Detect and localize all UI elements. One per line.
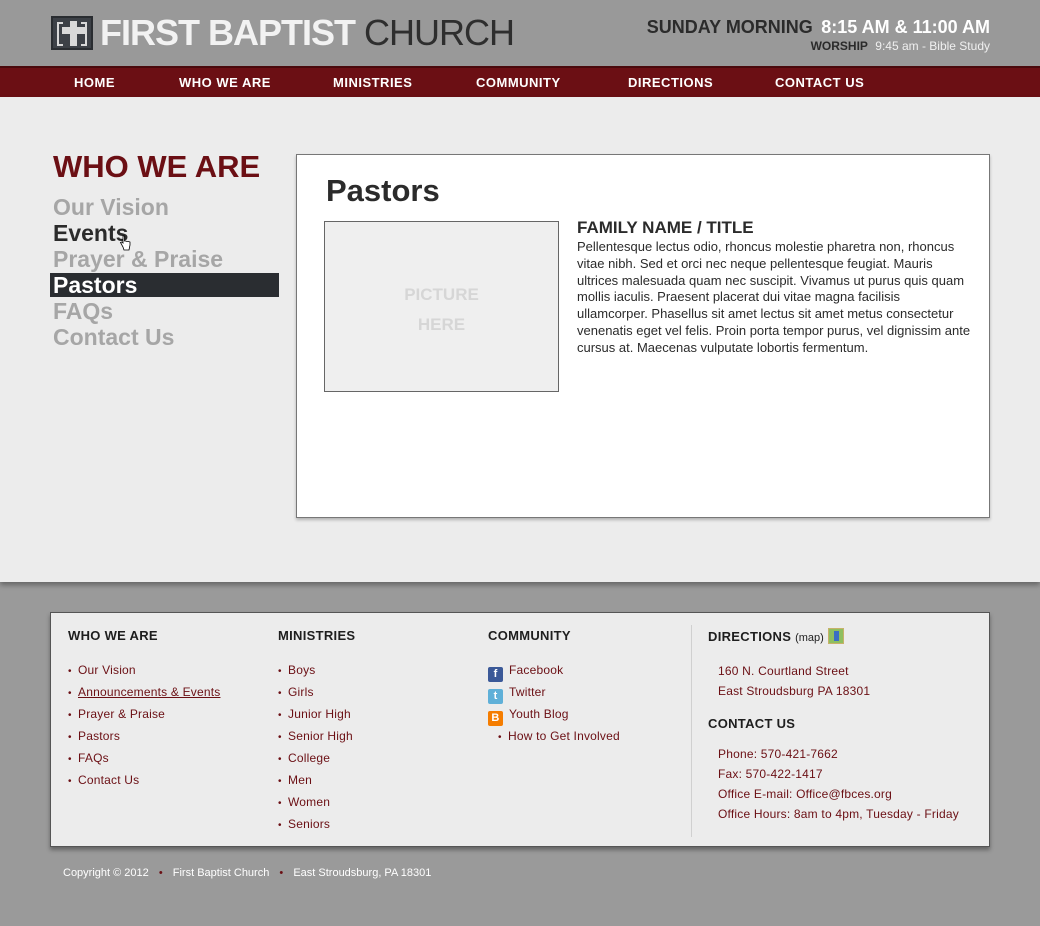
service-times: SUNDAY MORNING 8:15 AM & 11:00 AM WORSHI… (647, 16, 990, 53)
logo-light-text: CHURCH (364, 12, 515, 53)
facebook-icon: f (488, 667, 503, 682)
footer-link-girls[interactable]: • Girls (278, 682, 355, 704)
bullet-icon: • (68, 732, 72, 743)
nav-community[interactable]: COMMUNITY (476, 75, 561, 90)
footer-link-college[interactable]: • College (278, 748, 355, 770)
footer-community-title: COMMUNITY (488, 628, 571, 643)
site-logo[interactable]: FIRST BAPTIST CHURCH (51, 12, 515, 53)
footer-link-twitter[interactable]: t Twitter (488, 682, 620, 704)
service-label: SUNDAY MORNING (646, 17, 813, 37)
footer-contact-title: CONTACT US (708, 716, 796, 731)
main-area: WHO WE ARE Our Vision Events Prayer & Pr… (0, 97, 1040, 582)
nav-home[interactable]: HOME (74, 75, 115, 90)
picture-line-2: HERE (417, 315, 466, 334)
footer-link-get-involved[interactable]: • How to Get Involved (488, 726, 620, 748)
footer-link-seniors[interactable]: • Seniors (278, 814, 355, 836)
nav-directions[interactable]: DIRECTIONS (628, 75, 713, 90)
cross-logo-icon (51, 16, 93, 50)
bullet-icon: • (498, 732, 502, 743)
bullet-icon: • (278, 710, 282, 721)
footer-ministries: MINISTRIES • Boys • Girls • Junior High • Se… (278, 628, 355, 836)
footer-link-youth-blog[interactable]: B Youth Blog (488, 704, 620, 726)
bullet-icon: • (68, 688, 72, 699)
bullet-icon: • (278, 798, 282, 809)
contact-phone: Phone: 570-421-7662 (718, 747, 838, 761)
footer-directions: DIRECTIONS (map) 160 N. Courtland Street… (708, 628, 959, 824)
bullet-icon: • (68, 710, 72, 721)
nav-ministries[interactable]: MINISTRIES (333, 75, 412, 90)
footer-community: COMMUNITY f Facebook t Twitter B Youth Blog… (488, 628, 620, 748)
footer-link-men[interactable]: • Men (278, 770, 355, 792)
footer-who-we-are: WHO WE ARE • Our Vision • Announcements & … (68, 628, 220, 792)
bible-study-time: 9:45 am - Bible Study (875, 39, 990, 53)
logo-bold-text: FIRST BAPTIST (100, 12, 356, 53)
contact-hours: Office Hours: 8am to 4pm, Tuesday - Frid… (718, 807, 959, 821)
contact-email[interactable]: Office E-mail: Office@fbces.org (708, 784, 959, 804)
bullet-icon: • (278, 688, 282, 699)
nav-who-we-are[interactable]: WHO WE ARE (179, 75, 271, 90)
twitter-icon: t (488, 689, 503, 704)
footer-link-prayer-praise[interactable]: • Prayer & Praise (68, 704, 220, 726)
separator-dot-icon: • (279, 867, 284, 879)
bullet-icon: • (278, 754, 282, 765)
footer-link-pastors[interactable]: • Pastors (68, 726, 220, 748)
bullet-icon: • (68, 754, 72, 765)
map-link[interactable]: (map) (795, 632, 824, 644)
contact-fax: Fax: 570-422-1417 (718, 767, 823, 781)
copyright-church-name: First Baptist Church (172, 867, 270, 879)
sidebar-item-our-vision[interactable]: Our Vision (50, 195, 279, 219)
footer-link-senior-high[interactable]: • Senior High (278, 726, 355, 748)
service-time: 8:15 AM & 11:00 AM (821, 17, 990, 37)
blogger-icon: B (488, 711, 503, 726)
logo-text: FIRST BAPTIST CHURCH (100, 12, 515, 53)
site-header: FIRST BAPTIST CHURCH SUNDAY MORNING 8:15… (0, 0, 1040, 66)
footer-link-facebook[interactable]: f Facebook (488, 660, 620, 682)
picture-placeholder: PICTURE HERE (324, 221, 559, 392)
copyright-bar: Copyright © 2012 • First Baptist Church … (63, 867, 431, 879)
sidebar-title: WHO WE ARE (53, 149, 261, 184)
bullet-icon: • (278, 776, 282, 787)
footer-divider (691, 625, 692, 837)
separator-dot-icon: • (158, 867, 163, 879)
page-title: Pastors (326, 173, 440, 208)
worship-label: WORSHIP (810, 39, 868, 53)
bullet-icon: • (278, 666, 282, 677)
sidebar-item-faqs[interactable]: FAQs (50, 299, 279, 323)
copyright-location: East Stroudsburg, PA 18301 (293, 867, 432, 879)
sidebar-item-events[interactable]: Events (50, 221, 279, 245)
address-street: 160 N. Courtland Street (718, 664, 849, 678)
footer-ministries-title: MINISTRIES (278, 628, 356, 643)
bullet-icon: • (68, 666, 72, 677)
footer-link-contact-us[interactable]: • Contact Us (68, 770, 220, 792)
bullet-icon: • (278, 820, 282, 831)
footer-link-junior-high[interactable]: • Junior High (278, 704, 355, 726)
footer-link-faqs[interactable]: • FAQs (68, 748, 220, 770)
address-city: East Stroudsburg PA 18301 (718, 684, 871, 698)
sidebar-item-contact-us[interactable]: Contact Us (50, 325, 279, 349)
footer-link-announcements[interactable]: • Announcements & Events (68, 682, 220, 704)
footer-who-we-are-title: WHO WE ARE (68, 628, 158, 643)
content-panel: Pastors PICTURE HERE FAMILY NAME / TITLE… (296, 154, 990, 518)
main-nav: HOME WHO WE ARE MINISTRIES COMMUNITY DIR… (0, 66, 1040, 97)
bullet-icon: • (68, 776, 72, 787)
picture-line-1: PICTURE (404, 285, 479, 304)
bio-title: FAMILY NAME / TITLE (577, 218, 754, 237)
nav-contact-us[interactable]: CONTACT US (775, 75, 864, 90)
footer-link-boys[interactable]: • Boys (278, 660, 355, 682)
hand-cursor-icon (119, 235, 131, 251)
footer-directions-title: DIRECTIONS (map) (708, 628, 959, 644)
sidebar-item-pastors[interactable]: Pastors (50, 273, 279, 297)
footer-link-women[interactable]: • Women (278, 792, 355, 814)
bullet-icon: • (278, 732, 282, 743)
footer-link-our-vision[interactable]: • Our Vision (68, 660, 220, 682)
sidebar-item-prayer-praise[interactable]: Prayer & Praise (50, 247, 279, 271)
site-footer: WHO WE ARE • Our Vision • Announcements & … (50, 612, 990, 847)
copyright-text: Copyright © 2012 (63, 867, 149, 879)
map-icon[interactable] (827, 628, 844, 644)
bio-text: Pellentesque lectus odio, rhoncus molest… (577, 239, 971, 355)
